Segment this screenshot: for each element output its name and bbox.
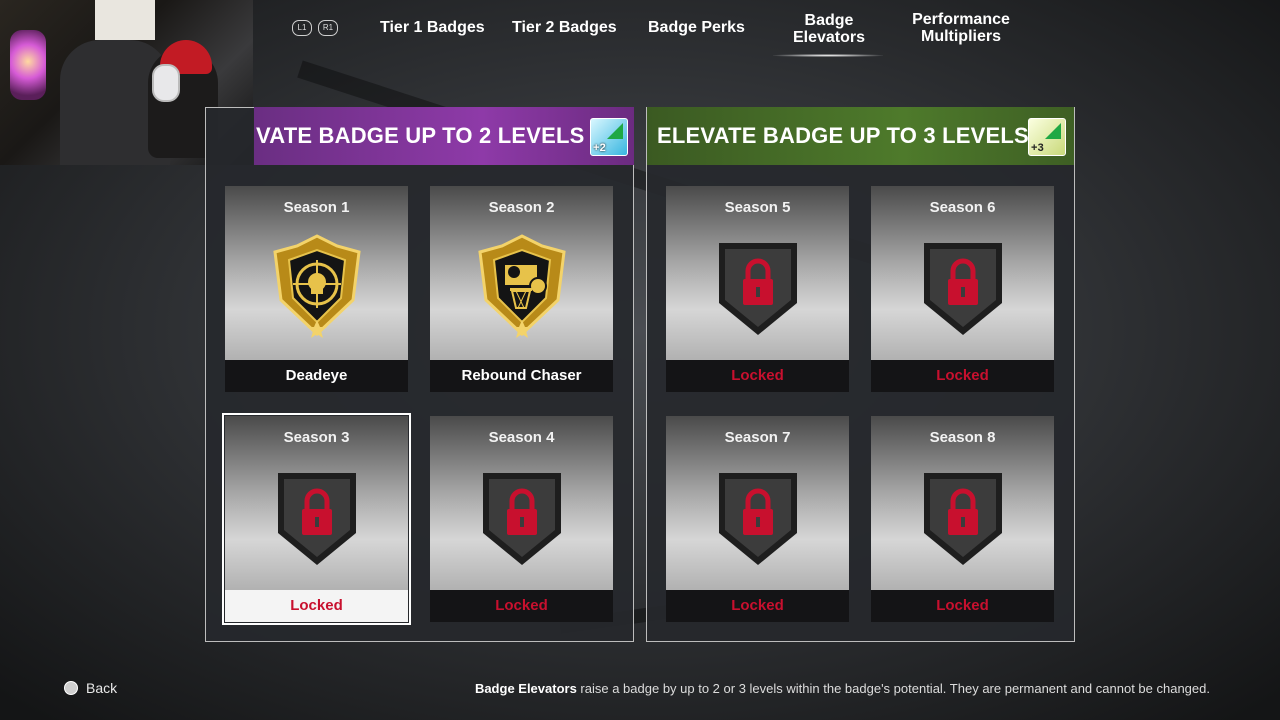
webcam-poster [95, 0, 155, 40]
panel-title: VATE BADGE UP TO 2 LEVELS [256, 123, 585, 148]
season-label: Season 5 [724, 199, 791, 216]
lock-icon [482, 473, 561, 565]
level-icon-text: +3 [1031, 142, 1044, 154]
level-icon-text: +2 [593, 142, 606, 154]
tab-performance-multipliers-line2: Multipliers [920, 28, 1001, 45]
panel-title: ELEVATE BADGE UP TO 3 LEVELS [657, 123, 1029, 148]
locked-label: Locked [731, 597, 784, 614]
tab-tier-2-badges[interactable]: Tier 2 Badges [512, 19, 617, 36]
badge-slot-footer: Locked [666, 360, 849, 392]
badge-slot-season-7[interactable]: Season 7 Locked [666, 416, 849, 622]
season-label: Season 6 [929, 199, 996, 216]
circle-button-icon [64, 681, 78, 695]
badge-name: Deadeye [285, 367, 348, 384]
hint-title: Badge Elevators [474, 681, 577, 696]
active-tab-indicator [773, 54, 883, 57]
badge-slot-footer: Locked [871, 590, 1054, 622]
season-label: Season 3 [283, 429, 350, 446]
tab-badge-perks[interactable]: Badge Perks [648, 19, 745, 36]
lock-icon [718, 473, 797, 565]
lock-icon [277, 473, 356, 565]
locked-label: Locked [936, 597, 989, 614]
back-button[interactable]: Back [64, 680, 117, 696]
tab-tier-1-badges[interactable]: Tier 1 Badges [380, 19, 485, 36]
locked-label: Locked [936, 367, 989, 384]
badge-slot-season-8[interactable]: Season 8 Locked [871, 416, 1054, 622]
deadeye-badge-icon [272, 234, 361, 338]
panel-header: ELEVATE BADGE UP TO 3 LEVELS +3 [647, 107, 1074, 165]
hint-text: raise a badge by up to 2 or 3 levels wit… [576, 681, 1210, 696]
elevate-plus-3-icon: +3 [1028, 118, 1066, 156]
badge-slot-footer: Locked [225, 590, 408, 622]
tab-badge-elevators-line2: Elevators [792, 29, 866, 46]
help-hint: Badge Elevators raise a badge by up to 2… [475, 681, 1210, 696]
season-label: Season 8 [929, 429, 996, 446]
tab-badge-elevators[interactable]: Badge Elevators [785, 12, 873, 46]
badge-slot-season-6[interactable]: Season 6 Locked [871, 186, 1054, 392]
badge-name: Rebound Chaser [461, 367, 582, 384]
top-navigation: L1 R1 Tier 1 Badges Tier 2 Badges Badge … [270, 0, 1280, 62]
badge-slot-footer: Locked [871, 360, 1054, 392]
locked-label: Locked [731, 367, 784, 384]
tab-performance-multipliers-line1: Performance [912, 11, 1010, 28]
locked-label: Locked [290, 597, 343, 614]
tab-performance-multipliers[interactable]: Performance Multipliers [902, 11, 1020, 45]
lock-icon [718, 243, 797, 335]
lock-icon [923, 243, 1002, 335]
badge-slot-season-3[interactable]: Season 3 Locked [222, 413, 411, 625]
badge-slot-season-1[interactable]: Season 1 Deadeye [225, 186, 408, 392]
back-label: Back [86, 680, 118, 696]
badge-slot-season-4[interactable]: Season 4 Locked [430, 416, 613, 622]
badge-slot-footer: Locked [430, 590, 613, 622]
badge-slot-footer: Locked [666, 590, 849, 622]
panel-header: VATE BADGE UP TO 2 LEVELS +2 [254, 107, 634, 165]
badge-slot-footer: Deadeye [225, 360, 408, 392]
elevate-plus-2-icon: +2 [590, 118, 628, 156]
lock-icon [923, 473, 1002, 565]
season-label: Season 2 [488, 199, 555, 216]
badge-slot-season-2[interactable]: Season 2 Rebound Chaser [430, 186, 613, 392]
webcam-headset [152, 64, 180, 102]
locked-label: Locked [495, 597, 548, 614]
r1-bumper-icon[interactable]: R1 [318, 20, 338, 36]
l1-bumper-icon[interactable]: L1 [292, 20, 312, 36]
badge-slot-footer: Rebound Chaser [430, 360, 613, 392]
season-label: Season 4 [488, 429, 555, 446]
season-label: Season 7 [724, 429, 791, 446]
season-label: Season 1 [283, 199, 350, 216]
rebound-chaser-badge-icon [477, 234, 566, 338]
tab-badge-elevators-line1: Badge [804, 12, 854, 29]
badge-slot-season-5[interactable]: Season 5 Locked [666, 186, 849, 392]
webcam-lamp [10, 30, 46, 100]
